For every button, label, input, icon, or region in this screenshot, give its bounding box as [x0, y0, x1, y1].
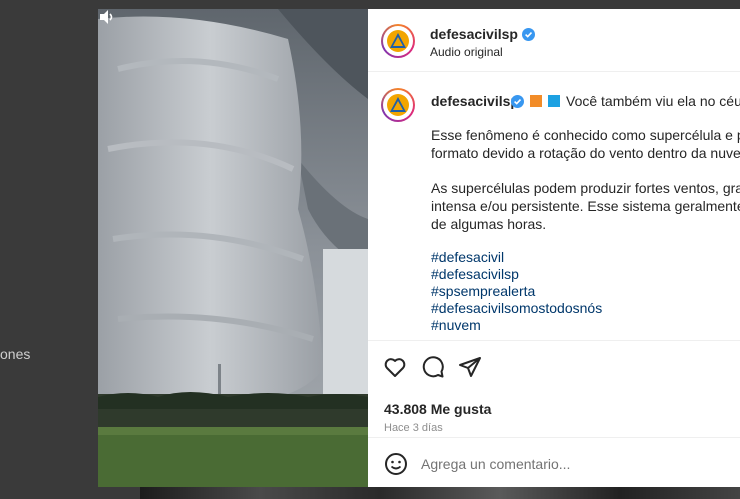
hashtag-link[interactable]: #defesacivilsp: [431, 266, 519, 282]
caption-line: Esse fenômeno é conhecido como supercélu…: [431, 127, 740, 143]
supercell-video-frame: [98, 9, 368, 487]
caption-line: intensa e/ou persistente. Esse sistema g…: [431, 198, 740, 214]
caption-line: formato devido a rotação do vento dentro…: [431, 145, 740, 161]
verified-badge-icon: [511, 95, 524, 108]
caption-avatar[interactable]: [381, 88, 415, 122]
post-side-panel: defesacivilsp Audio original defesacivil…: [368, 9, 740, 487]
audio-label[interactable]: Audio original: [430, 45, 503, 59]
avatar[interactable]: [381, 24, 415, 58]
likes-count[interactable]: 43.808 Me gusta: [384, 401, 491, 417]
hashtag-link[interactable]: #defesacivil: [431, 249, 504, 265]
volume-icon[interactable]: [98, 9, 116, 25]
verified-badge-icon: [522, 28, 535, 41]
hashtag-link[interactable]: #defesacivilsomostodosnós: [431, 300, 602, 316]
post-actions: 43.808 Me gusta Hace 3 días: [368, 340, 740, 451]
post-video[interactable]: [98, 9, 368, 487]
caption-line: de algumas horas.: [431, 216, 547, 232]
caption-first-line: Você também viu ela no céu h: [566, 93, 740, 109]
caption-line: As supercélulas podem produzir fortes ve…: [431, 180, 740, 196]
emoji-icon[interactable]: [384, 452, 408, 476]
background-strip: [140, 486, 740, 499]
orange-square-emoji: [530, 95, 542, 107]
defesa-civil-logo-icon: [390, 33, 406, 48]
post-modal: defesacivilsp Audio original defesacivil…: [98, 9, 740, 487]
post-time[interactable]: Hace 3 días: [384, 422, 443, 434]
defesa-civil-logo-icon: [390, 97, 406, 112]
comment-input[interactable]: [421, 454, 721, 474]
hashtag-link[interactable]: #spsemprealerta: [431, 283, 535, 299]
comment-box: [368, 437, 740, 487]
comment-icon[interactable]: [421, 355, 445, 379]
paper-plane-icon[interactable]: [458, 355, 482, 379]
heart-icon[interactable]: [383, 355, 407, 379]
hashtag-link[interactable]: #nuvem: [431, 317, 481, 333]
post-header: defesacivilsp Audio original: [368, 9, 740, 72]
blue-square-emoji: [548, 95, 560, 107]
background-partial-text: ones: [0, 346, 31, 362]
caption-username[interactable]: defesacivilsp: [431, 93, 519, 109]
post-username[interactable]: defesacivilsp: [430, 26, 518, 42]
